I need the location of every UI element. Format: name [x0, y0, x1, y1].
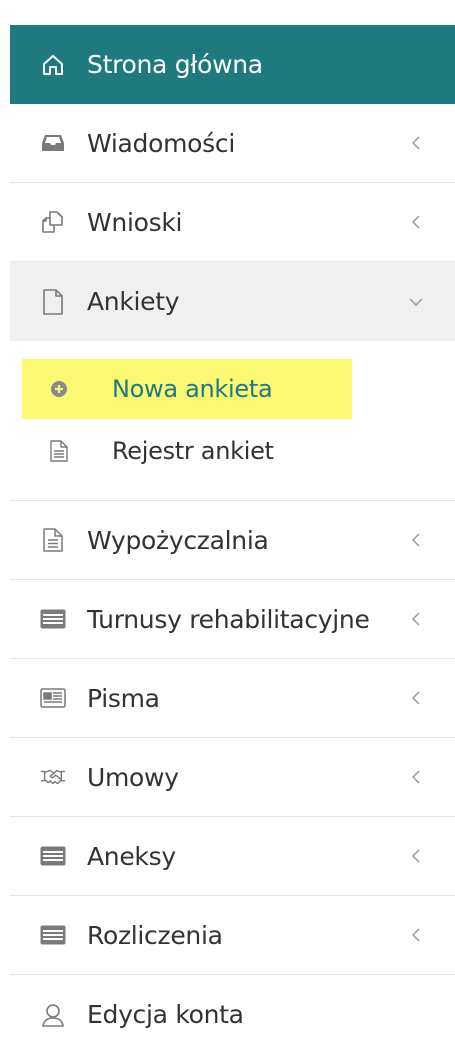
list-card-icon	[40, 843, 66, 869]
sidebar-item-label: Wnioski	[87, 207, 183, 237]
chevron-left-icon	[409, 928, 423, 942]
sidebar-item-label: Wypożyczalnia	[87, 525, 269, 555]
chevron-left-icon	[409, 533, 423, 547]
submenu-item-label: Rejestr ankiet	[112, 437, 274, 465]
newspaper-icon	[40, 685, 66, 711]
sidebar-item-label: Strona główna	[87, 50, 263, 79]
submenu-item-new-survey[interactable]: Nowa ankieta	[22, 359, 352, 419]
sidebar-item-surveys[interactable]: Ankiety	[10, 262, 455, 341]
sidebar-item-annexes[interactable]: Aneksy	[10, 817, 455, 896]
sidebar-item-label: Wiadomości	[87, 128, 235, 158]
chevron-left-icon	[409, 215, 423, 229]
sidebar-item-contracts[interactable]: Umowy	[10, 738, 455, 817]
sidebar-item-label: Rozliczenia	[87, 920, 223, 950]
chevron-left-icon	[409, 136, 423, 150]
sidebar-item-label: Edycja konta	[87, 1000, 244, 1029]
submenu-item-survey-register[interactable]: Rejestr ankiet	[22, 421, 352, 481]
copy-icon	[40, 209, 66, 235]
sidebar-nav: Strona główna Wiadomości Wnioski Ankiety…	[10, 25, 455, 1054]
inbox-icon	[40, 130, 66, 156]
chevron-left-icon	[409, 770, 423, 784]
list-card-icon	[40, 922, 66, 948]
submenu-surveys: Nowa ankieta Rejestr ankiet	[10, 341, 455, 501]
list-card-icon	[40, 606, 66, 632]
file-text-icon	[48, 440, 70, 462]
sidebar-item-letters[interactable]: Pisma	[10, 659, 455, 738]
sidebar-item-messages[interactable]: Wiadomości	[10, 104, 455, 183]
sidebar-item-requests[interactable]: Wnioski	[10, 183, 455, 262]
sidebar-item-account[interactable]: Edycja konta	[10, 975, 455, 1054]
sidebar-item-rehab-stays[interactable]: Turnusy rehabilitacyjne	[10, 580, 455, 659]
sidebar-item-settlements[interactable]: Rozliczenia	[10, 896, 455, 975]
chevron-left-icon	[409, 849, 423, 863]
sidebar-item-label: Turnusy rehabilitacyjne	[87, 604, 370, 634]
file-icon	[40, 288, 66, 315]
submenu-item-label: Nowa ankieta	[112, 375, 273, 403]
sidebar-item-home[interactable]: Strona główna	[10, 25, 455, 104]
chevron-left-icon	[409, 691, 423, 705]
plus-circle-icon	[48, 378, 70, 400]
sidebar-item-label: Ankiety	[87, 287, 180, 316]
user-icon	[40, 1002, 66, 1028]
file-text-icon	[40, 527, 66, 553]
chevron-left-icon	[409, 612, 423, 626]
handshake-icon	[40, 764, 66, 790]
chevron-down-icon	[409, 295, 423, 309]
home-icon	[40, 52, 66, 78]
sidebar-item-label: Pisma	[87, 683, 160, 713]
sidebar-item-label: Aneksy	[87, 841, 176, 871]
sidebar-item-rental[interactable]: Wypożyczalnia	[10, 501, 455, 580]
sidebar-item-label: Umowy	[87, 762, 179, 792]
